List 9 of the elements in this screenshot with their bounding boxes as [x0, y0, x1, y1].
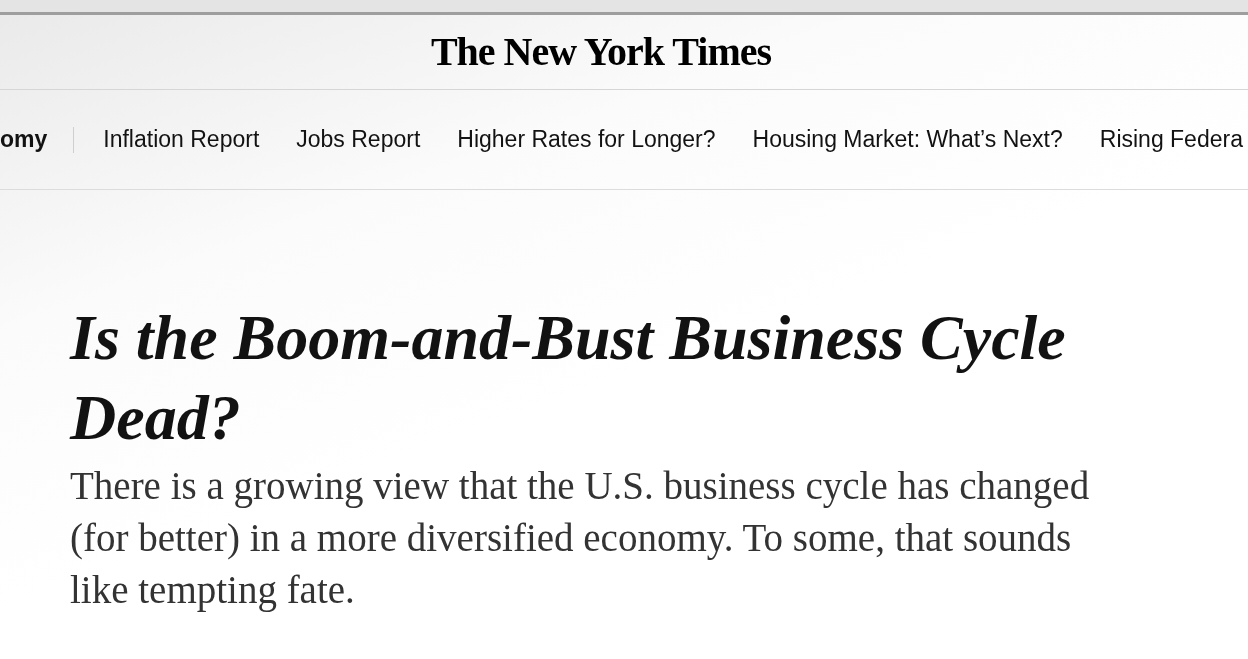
- masthead-logo[interactable]: The New York Times: [430, 32, 772, 72]
- nav-link[interactable]: Inflation Report: [103, 122, 260, 157]
- section-label[interactable]: omy: [0, 122, 74, 157]
- headline: Is the Boom-and-Bust Business Cycle Dead?: [70, 301, 1067, 455]
- nav-link[interactable]: Rising Federa: [1099, 122, 1243, 157]
- nav-link[interactable]: Jobs Report: [296, 122, 421, 157]
- nav-link[interactable]: Higher Rates for Longer?: [457, 122, 716, 157]
- nav-link[interactable]: Housing Market: What’s Next?: [752, 122, 1063, 157]
- article-summary: There is a growing view that the U.S. business cycle has changed (for better) in a more diversified economy. To some, that sounds like tempting fate.: [70, 463, 1091, 614]
